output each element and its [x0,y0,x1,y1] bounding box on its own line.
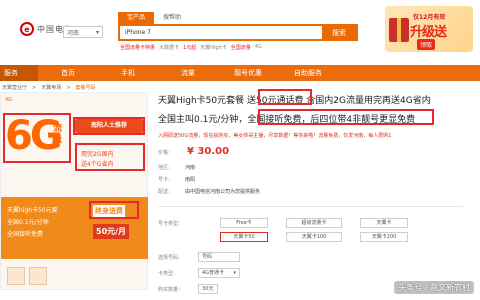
search-tabs: 宝产品 搜帮助 [118,12,190,24]
number-select[interactable]: 号码 [198,252,240,262]
highlight-box [3,113,71,163]
search-button[interactable]: 搜索 [322,26,356,39]
highlight-box [73,117,145,135]
quantity-label: 购买数量： [158,287,184,293]
thumbnail-row [1,265,149,287]
chevron-down-icon: ▾ [233,270,236,276]
price-value: ¥ 30.00 [187,146,230,157]
breadcrumb-current: 套餐号码 [75,85,96,91]
hot-link[interactable]: 4G [255,44,262,51]
option-free-card[interactable]: Free卡 [220,218,268,228]
nav-numbers[interactable]: 靓号优惠 [218,65,278,81]
region-value: 河南 [185,165,196,171]
type-row: 号卡： 南阳 [158,176,195,183]
promo-banner[interactable]: 仅12月有效 升级送 领取 [385,6,473,52]
search-box: 搜索 [118,24,358,41]
product-image: 4G 6G 流量 南阳人士推荐 用完2G国内 送4个G省内 天翼high卡50元… [0,92,148,290]
promo-claim-button[interactable]: 领取 [417,39,436,50]
type-value: 南阳 [185,177,196,183]
search-input[interactable] [120,26,322,39]
nav-home[interactable]: 首页 [38,65,98,81]
telecom-logo-icon: e [20,22,34,36]
main-nav: 服务 首页 手机 流量 靓号优惠 自助服务 [0,65,480,81]
card-type-label: 号卡类型： [158,221,184,227]
breadcrumb-item[interactable]: 天翼卖场 [41,84,61,91]
price-label: 价格： [158,150,174,156]
region-select[interactable]: 河南 ▾ [63,26,103,38]
nav-data[interactable]: 流量 [158,65,218,81]
option-super-data[interactable]: 超级流量卡 [286,218,342,228]
price-tag: 50元/月 [93,224,130,239]
region-label: 地区： [158,165,174,171]
option-card-200[interactable]: 天翼卡200 [360,232,408,242]
store-row: 配送： 由中国电信河南公司为您提供服务 [158,188,260,195]
option-card-100[interactable]: 天翼卡100 [286,232,342,242]
option-tianyi-card[interactable]: 天翼卡 [360,218,408,228]
hot-link[interactable]: 全国流量 [231,44,251,51]
thumbnail[interactable] [7,267,25,285]
top-header: e 中国电信 河南 ▾ 宝产品 搜帮助 搜索 全国流量卡特惠 大数据卡 1元起 … [0,0,480,60]
panel-line-3: 全国接听免费 [7,231,44,238]
promo-line1: 仅12月有效 [413,14,446,21]
highlight-box [75,143,145,171]
panel-line-1: 天翼high卡50元套 [7,207,58,214]
highlight-box [258,109,434,125]
thumbnail[interactable] [29,267,47,285]
tab-help[interactable]: 搜帮助 [154,12,190,24]
breadcrumb: 天翼营业厅 > 天翼卖场 > 套餐号码 [2,84,96,92]
store-label: 配送： [158,189,174,195]
orange-panel: 天翼high卡50元套 全国0.1元/分钟 全国接听免费 终身送费 50元/月 [1,197,148,259]
price-row: 价格： ¥ 30.00 [158,146,229,157]
region-row: 地区： 河南 [158,164,195,171]
highlight-box [258,89,312,105]
watermark: 头条号 / 鼎文新农村 [394,281,474,294]
number-label: 选择号码： [158,255,184,261]
hot-link[interactable]: 天翼High卡 [200,44,227,51]
hot-link[interactable]: 1元起 [183,44,196,51]
chevron-down-icon: ▾ [95,28,99,36]
breadcrumb-sep: > [32,84,37,91]
image-label: 4G [5,97,13,103]
option-card-50[interactable]: 天翼卡50 [220,232,268,242]
hot-links: 全国流量卡特惠 大数据卡 1元起 天翼High卡 全国流量 4G [120,44,262,51]
hot-link[interactable]: 大数据卡 [159,44,179,51]
quantity-field[interactable]: 30元 [198,284,218,294]
type-label: 号卡： [158,177,174,183]
nav-self-service[interactable]: 自助服务 [278,65,338,81]
nav-phones[interactable]: 手机 [98,65,158,81]
panel-line-2: 全国0.1元/分钟 [7,219,49,226]
store-value: 由中国电信河南公司为您提供服务 [185,189,261,195]
hot-link[interactable]: 全国流量卡特惠 [120,44,155,51]
card-size-value: 4G普通卡 [202,270,225,276]
tab-products[interactable]: 宝产品 [118,12,155,24]
product-subtitle: 入网即送50G流量，现在就购买，美女帅哥主播，尽享数据！等你来哦！流量免费，仅发… [158,133,392,139]
card-size-label: 卡类型： [158,271,179,277]
divider [158,206,463,207]
promo-line2: 升级送 [410,25,447,40]
quantity-value: 30元 [202,286,214,292]
number-placeholder: 号码 [202,254,213,260]
breadcrumb-sep: > [66,84,71,91]
nav-service[interactable]: 服务 [0,65,38,81]
region-value: 河南 [67,29,80,37]
card-size-select[interactable]: 4G普通卡 ▾ [198,268,240,278]
breadcrumb-item[interactable]: 天翼营业厅 [2,84,27,91]
highlight-box [89,201,139,219]
gift-icon [389,18,409,42]
